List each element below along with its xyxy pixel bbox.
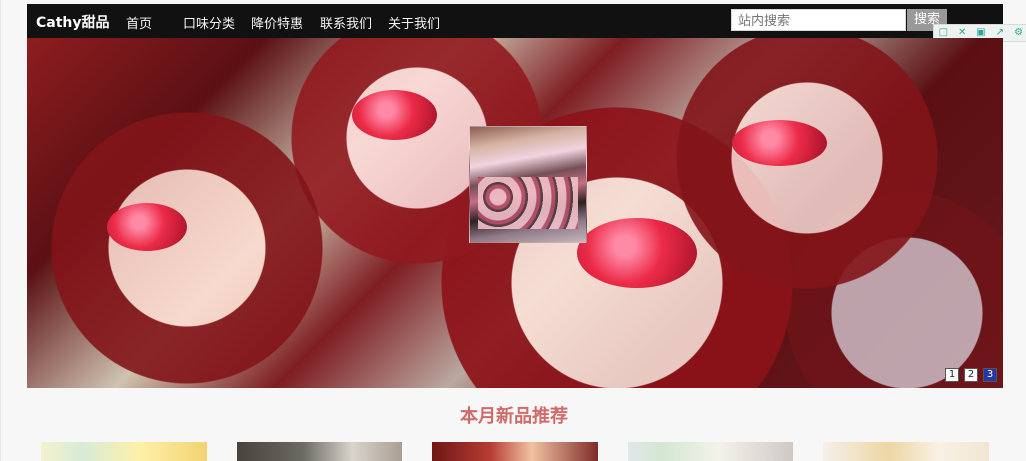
search-input[interactable] bbox=[731, 9, 906, 31]
product-thumbnail[interactable] bbox=[237, 442, 402, 461]
macaron-popup-image[interactable] bbox=[469, 126, 587, 243]
nav-about[interactable]: 关于我们 bbox=[388, 13, 440, 32]
strawberry-topping bbox=[577, 218, 697, 288]
page-frame: Cathy甜品 首页 口味分类 降价特惠 联系我们 关于我们 搜索 □ ✕ ▣ … bbox=[0, 0, 1026, 461]
page-2-button[interactable]: 2 bbox=[964, 368, 978, 382]
page-3-button[interactable]: 3 bbox=[983, 368, 997, 382]
save-icon[interactable]: ▣ bbox=[976, 28, 986, 38]
nav-flavor-category[interactable]: 口味分类 bbox=[183, 13, 235, 32]
page-1-button[interactable]: 1 bbox=[945, 368, 959, 382]
new-products-title: 本月新品推荐 bbox=[460, 406, 568, 427]
product-thumbnail[interactable] bbox=[432, 442, 598, 461]
strawberry-topping bbox=[107, 203, 187, 251]
product-thumbnail[interactable] bbox=[41, 442, 207, 461]
top-navbar: Cathy甜品 首页 口味分类 降价特惠 联系我们 关于我们 搜索 □ ✕ ▣ … bbox=[27, 4, 1026, 42]
strawberry-topping bbox=[352, 90, 437, 140]
copy-icon[interactable]: □ bbox=[938, 28, 948, 38]
carousel-pagination: 1 2 3 bbox=[945, 368, 997, 382]
nav-contact[interactable]: 联系我们 bbox=[320, 13, 372, 32]
settings-icon[interactable]: ⚙ bbox=[1014, 28, 1024, 38]
product-thumbnail[interactable] bbox=[628, 442, 793, 461]
hero-banner: 1 2 3 bbox=[27, 38, 1003, 388]
nav-discounts[interactable]: 降价特惠 bbox=[251, 13, 303, 32]
nav-home[interactable]: 首页 bbox=[126, 13, 152, 32]
brand-logo[interactable]: Cathy甜品 bbox=[36, 12, 110, 32]
product-thumbnail[interactable] bbox=[823, 442, 989, 461]
share-icon[interactable]: ↗ bbox=[995, 28, 1005, 38]
expand-icon[interactable]: ✕ bbox=[957, 28, 967, 38]
strawberry-topping bbox=[732, 120, 827, 166]
